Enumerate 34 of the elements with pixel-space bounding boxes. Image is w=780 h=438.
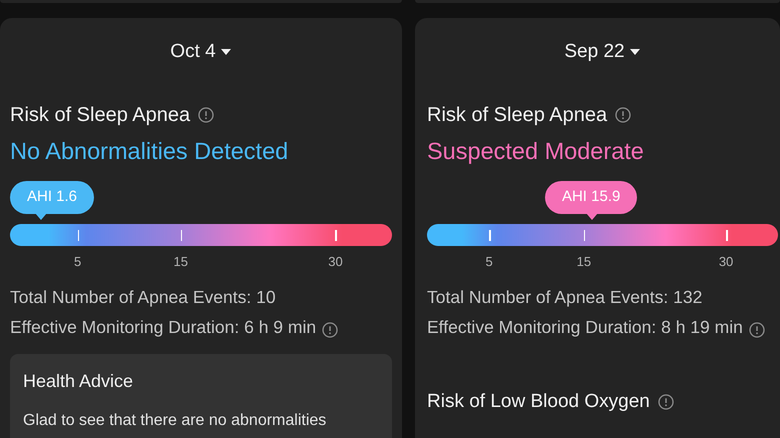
scale-label: 15 [576, 253, 592, 271]
section-title: Risk of Sleep Apnea [427, 103, 608, 128]
scale-tick [180, 230, 182, 241]
scale-label: 5 [74, 253, 82, 271]
date-dropdown[interactable]: Oct 4 [170, 38, 232, 66]
scale-tick [489, 230, 491, 241]
scale-tick [78, 230, 80, 241]
stat-text: Effective Monitoring Duration: 8 h 19 min [427, 317, 743, 337]
risk-result: No Abnormalities Detected [10, 137, 290, 166]
stat-text: Total Number of Apnea Events: 10 [10, 287, 276, 307]
section-title: Risk of Sleep Apnea [10, 103, 190, 128]
scale-label: 30 [328, 253, 343, 271]
advice-title: Health Advice [23, 370, 134, 393]
info-icon[interactable] [658, 394, 674, 410]
stat-text: Effective Monitoring Duration: 6 h 9 min [10, 317, 316, 337]
scale-label: 5 [486, 253, 493, 271]
risk-result: Suspected Moderate [427, 137, 645, 166]
date-dropdown[interactable]: Sep 22 [564, 38, 641, 66]
scale-tick [584, 230, 586, 241]
ahi-bubble: AHI 15.9 [544, 181, 638, 214]
scale-label: 15 [174, 253, 188, 271]
stat-text: Total Number of Apnea Events: 132 [427, 287, 702, 307]
ahi-bubble: AHI 1.6 [10, 181, 94, 214]
scale-label: 30 [718, 253, 734, 271]
info-icon[interactable] [615, 107, 632, 123]
caret-icon [220, 48, 232, 56]
info-icon[interactable] [748, 322, 765, 338]
section-title: Risk of Low Blood Oxygen [427, 390, 650, 414]
info-icon[interactable] [322, 322, 338, 338]
scale-tick [726, 230, 728, 241]
scale-tick [335, 230, 337, 241]
caret-icon [628, 48, 641, 56]
advice-text: Glad to see that there are no abnormalities [23, 411, 328, 431]
info-icon[interactable] [198, 107, 214, 123]
